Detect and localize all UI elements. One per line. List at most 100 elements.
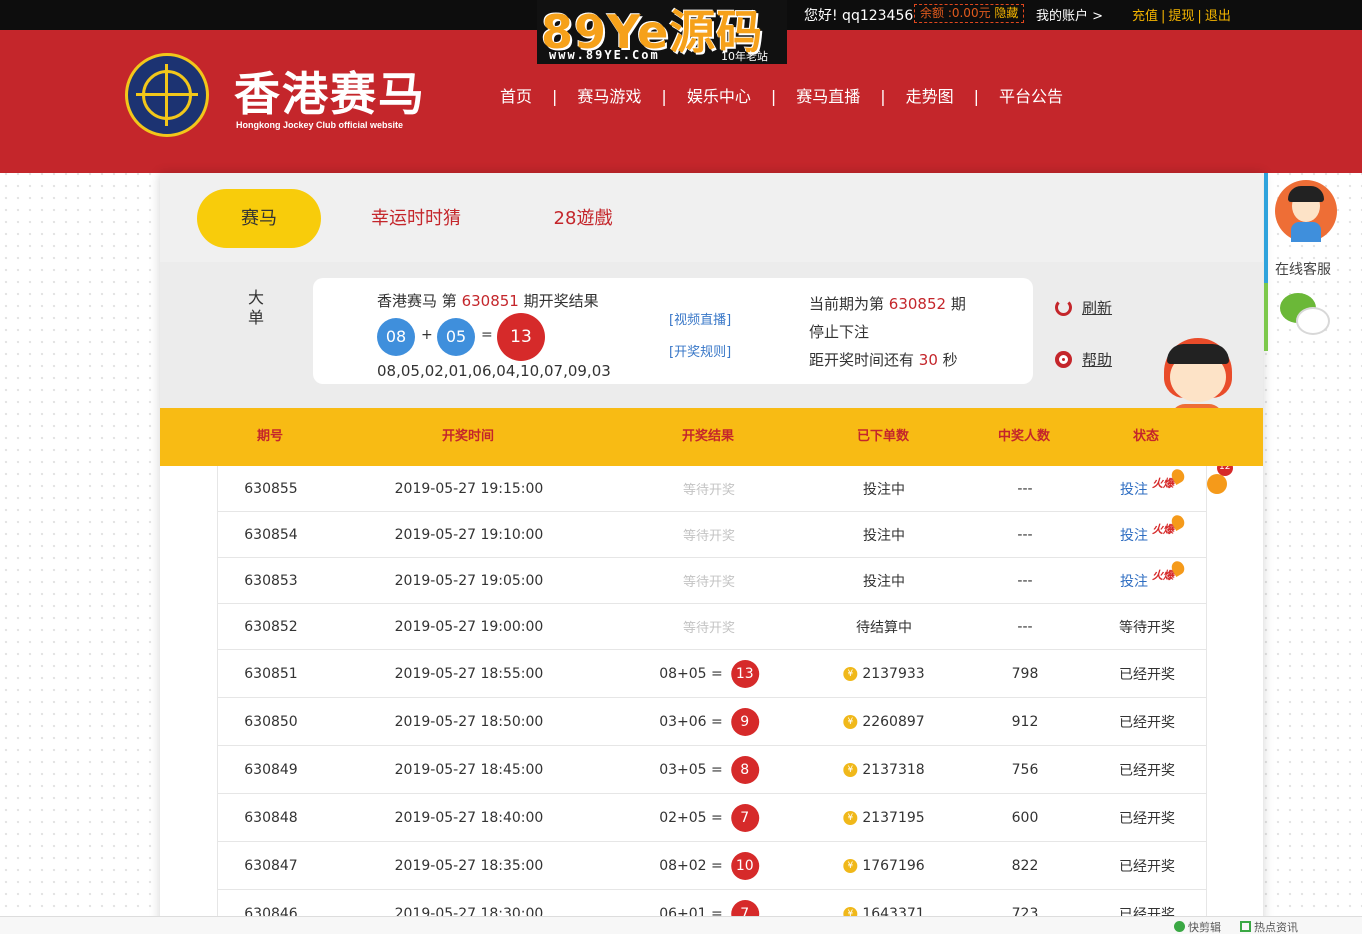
divider: | (1197, 9, 1202, 24)
quick-edit-link[interactable]: 快剪辑 (1174, 919, 1221, 934)
my-account-link[interactable]: 我的账户 > (1036, 5, 1103, 24)
draw-rules-link[interactable]: [开奖规则] (669, 341, 731, 360)
cell-draw-time: 2019-05-27 19:00:00 (395, 604, 544, 649)
recharge-link[interactable]: 充值 (1132, 9, 1158, 24)
help-button[interactable]: 帮助 (1055, 349, 1112, 370)
nav-divider: | (552, 87, 558, 106)
cell-status: 已经开奖 (1119, 650, 1175, 697)
refresh-label: 刷新 (1082, 299, 1113, 317)
cell-orders: 投注中 (863, 512, 905, 557)
result-formula: 02+05 = (659, 809, 723, 826)
result-ball-a: 08 (377, 318, 415, 356)
status-value: 已经开奖 (1119, 666, 1175, 683)
countdown-seconds: 30 (918, 351, 938, 369)
tab-horse-racing[interactable]: 赛马 (197, 189, 321, 248)
floating-sidebar: 在线客服 (1264, 173, 1344, 353)
winners-value: --- (1017, 526, 1033, 543)
customer-service-link[interactable]: 在线客服 (1275, 259, 1331, 279)
top-bar: 89Ye源码 www.89YE.Com 10年老站 您好! qq123456 余… (0, 0, 1362, 64)
cell-status: 等待开奖 (1119, 604, 1175, 649)
period-value: 630852 (244, 618, 298, 635)
bet-label: 投注 (1120, 481, 1148, 498)
nav-live[interactable]: 赛马直播 (796, 83, 860, 107)
cell-draw-time: 2019-05-27 19:05:00 (395, 558, 544, 603)
cell-status: 已经开奖 (1119, 842, 1175, 889)
nav-trend-chart[interactable]: 走势图 (906, 83, 954, 107)
mascot-ball-orange (1207, 474, 1227, 494)
coin-icon: ¥ (843, 762, 858, 777)
cell-draw-time: 2019-05-27 18:55:00 (395, 650, 544, 697)
brand-subtitle: Hongkong Jockey Club official website (236, 120, 404, 130)
tab-28-games[interactable]: 28遊戲 (538, 189, 628, 248)
cell-winners: 822 (1012, 842, 1039, 889)
wechat-icon[interactable] (1280, 293, 1330, 339)
cell-draw-time: 2019-05-27 18:35:00 (395, 842, 544, 889)
jockey-club-emblem-icon[interactable] (125, 53, 209, 137)
result-ball-b: 05 (437, 318, 475, 356)
help-label: 帮助 (1082, 351, 1113, 369)
tab-lucky-guess[interactable]: 幸运时时猜 (356, 189, 476, 248)
hot-news-label: 热点资讯 (1254, 921, 1298, 934)
nav-home[interactable]: 首页 (500, 83, 532, 107)
cell-status: 已经开奖 (1119, 698, 1175, 745)
result-title: 香港赛马 第 630851 期开奖结果 (377, 290, 599, 311)
balance-box: 余额 :0.00元 隐藏 (914, 4, 1025, 23)
site-logo[interactable]: 89Ye源码 www.89YE.Com 10年老站 (537, 0, 787, 64)
orders-value: 2137318 (862, 761, 925, 778)
coin-icon: ¥ (843, 714, 858, 729)
result-waiting: 等待开奖 (682, 621, 736, 636)
cell-orders: ¥1767196 (843, 842, 925, 889)
logout-link[interactable]: 退出 (1205, 9, 1231, 24)
bet-button[interactable]: 投注 火爆 (1120, 466, 1174, 511)
greeting-text: 您好! qq123456 (804, 8, 914, 24)
nav-horse-games[interactable]: 赛马游戏 (577, 83, 641, 107)
winners-value: 756 (1011, 761, 1039, 778)
period-value: 630849 (244, 761, 298, 778)
result-title-post: 期开奖结果 (523, 292, 599, 310)
cell-draw-result: 03+06 = 9 (659, 698, 759, 745)
nav-entertainment[interactable]: 娱乐中心 (687, 83, 751, 107)
status-value: 等待开奖 (1119, 619, 1175, 636)
divider: | (1161, 9, 1166, 24)
video-live-link[interactable]: [视频直播] (669, 309, 731, 328)
sidebar-accent-green (1264, 283, 1268, 351)
bet-button[interactable]: 投注 火爆 (1120, 512, 1174, 557)
balance-hide-link[interactable]: 隐藏 (994, 6, 1018, 20)
hot-news-link[interactable]: 热点资讯 (1240, 919, 1298, 934)
bet-button[interactable]: 投注 火爆 (1120, 558, 1174, 603)
cell-winners: --- (1017, 466, 1032, 511)
cell-draw-result: 03+05 = 8 (659, 746, 759, 793)
customer-service-avatar-icon[interactable] (1275, 180, 1337, 242)
refresh-button[interactable]: 刷新 (1055, 297, 1112, 318)
status-value: 已经开奖 (1119, 762, 1175, 779)
winners-value: 798 (1011, 665, 1039, 682)
withdraw-link[interactable]: 提现 (1168, 9, 1194, 24)
status-value: 已经开奖 (1119, 858, 1175, 875)
cell-orders: ¥2137318 (843, 746, 925, 793)
cell-winners: 600 (1012, 794, 1039, 841)
result-sum-ball: 10 (730, 851, 759, 880)
draw-time-value: 2019-05-27 18:35:00 (394, 857, 544, 874)
winners-value: 912 (1011, 713, 1039, 730)
table-row: 630848 2019-05-27 18:40:00 02+05 = 7 ¥213719… (218, 794, 1206, 842)
table-row: 630850 2019-05-27 18:50:00 03+06 = 9 ¥226089… (218, 698, 1206, 746)
cell-draw-result: 08+05 = 13 (659, 650, 759, 697)
cell-period: 630850 (244, 698, 297, 745)
status-value: 已经开奖 (1119, 810, 1175, 827)
nav-announcements[interactable]: 平台公告 (999, 83, 1063, 107)
period-value: 630847 (244, 857, 298, 874)
period-value: 630855 (244, 480, 298, 497)
brand-title[interactable]: 香港赛马 (234, 58, 426, 124)
draw-time-value: 2019-05-27 19:00:00 (394, 618, 544, 635)
cell-draw-time: 2019-05-27 18:45:00 (395, 746, 544, 793)
result-title-pre: 香港赛马 第 (377, 292, 457, 310)
result-waiting: 等待开奖 (682, 575, 736, 590)
orders-value: 2137195 (862, 809, 925, 826)
winners-value: --- (1017, 480, 1033, 497)
refresh-icon (1055, 299, 1072, 316)
plus-sign: + (421, 327, 433, 343)
cell-period: 630851 (244, 650, 297, 697)
cell-period: 630849 (244, 746, 297, 793)
table-row: 630853 2019-05-27 19:05:00 等待开奖 投注中 --- 投注 火爆 (218, 558, 1206, 604)
equals-sign: = (481, 327, 493, 343)
